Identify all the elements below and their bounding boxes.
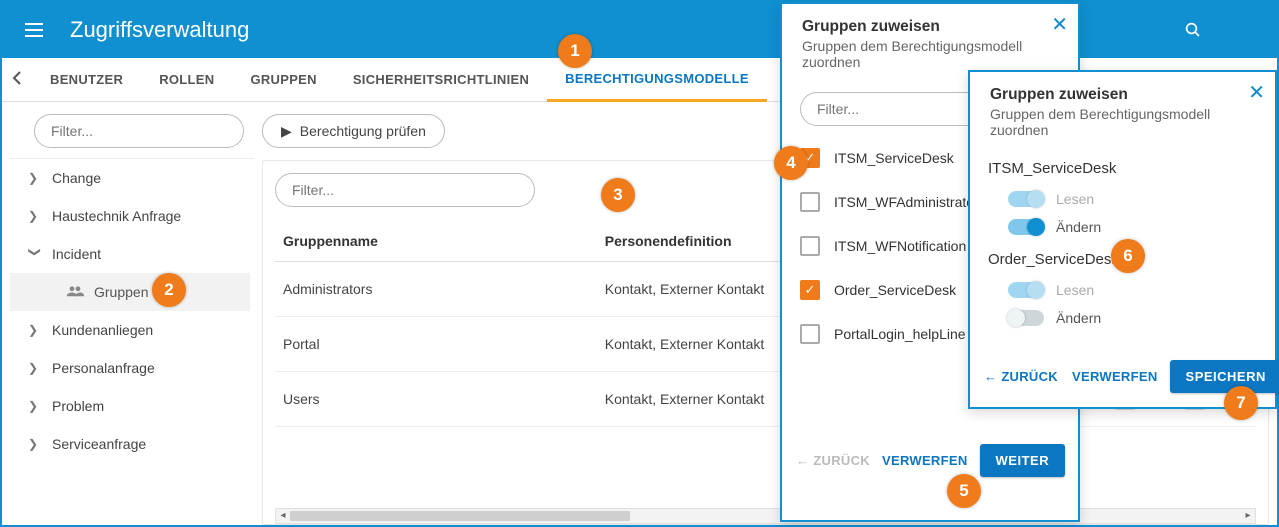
back-chevron-icon[interactable] <box>2 69 32 90</box>
cell-name: Users <box>275 372 597 427</box>
tree-label: Serviceanfrage <box>52 436 146 452</box>
chevron-right-icon: ❯ <box>28 399 42 413</box>
permission-section: ITSM_ServiceDesk Lesen Ändern <box>988 160 1257 241</box>
tab-roles[interactable]: ROLLEN <box>141 58 232 102</box>
tree-filter-input[interactable] <box>34 114 244 148</box>
app-header: Zugriffsverwaltung <box>2 2 1277 58</box>
chevron-right-icon: ❯ <box>28 361 42 375</box>
toggle-change-row[interactable]: Ändern <box>988 213 1257 241</box>
scrollbar-thumb[interactable] <box>290 511 630 521</box>
toggle-switch <box>1008 191 1044 207</box>
tree-label: Haustechnik Anfrage <box>52 208 181 224</box>
group-icon <box>66 284 84 301</box>
back-button: ←ZURÜCK <box>796 453 870 468</box>
tree-item-haustechnik[interactable]: ❯ Haustechnik Anfrage <box>10 197 250 235</box>
section-title: ITSM_ServiceDesk <box>988 160 1257 177</box>
scroll-right-icon[interactable]: ▸ <box>1241 509 1255 523</box>
tree-item-problem[interactable]: ❯ Problem <box>10 387 250 425</box>
chevron-right-icon: ❯ <box>28 323 42 337</box>
close-icon[interactable]: ✕ <box>1051 12 1068 37</box>
dialog-subtitle: Gruppen dem Berechtigungsmodell zuordnen <box>802 38 1038 70</box>
dialog-title: Gruppen zuweisen <box>990 86 1235 104</box>
toggle-switch[interactable] <box>1008 219 1044 235</box>
chevron-right-icon: ❯ <box>28 209 42 223</box>
horizontal-scrollbar[interactable]: ◂ ▸ <box>275 508 1256 524</box>
tree-item-change[interactable]: ❯ Change <box>10 159 250 197</box>
toggle-label: Lesen <box>1056 282 1094 298</box>
callout-badge: 4 <box>774 146 808 180</box>
checkbox-icon[interactable] <box>800 236 820 256</box>
callout-badge: 2 <box>152 273 186 307</box>
tab-groups[interactable]: GRUPPEN <box>232 58 334 102</box>
chevron-right-icon: ❯ <box>28 171 42 185</box>
tree-sub-label: Gruppen <box>94 284 148 300</box>
check-permission-button[interactable]: ▶ Berechtigung prüfen <box>262 114 445 148</box>
tree-item-incident[interactable]: ❯ Incident <box>10 235 250 273</box>
tree-label: Incident <box>52 246 101 262</box>
scroll-left-icon[interactable]: ◂ <box>276 509 290 523</box>
save-button[interactable]: SPEICHERN <box>1170 360 1279 393</box>
discard-button[interactable]: VERWERFEN <box>1072 369 1158 384</box>
toggle-label: Ändern <box>1056 310 1101 326</box>
menu-icon[interactable] <box>14 10 54 50</box>
tree-label: Problem <box>52 398 104 414</box>
checkbox-icon[interactable] <box>800 192 820 212</box>
callout-badge: 7 <box>1224 386 1258 420</box>
group-label: ITSM_WFNotification <box>834 238 966 254</box>
dialog-subtitle: Gruppen dem Berechtigungsmodell zuordnen <box>990 106 1235 138</box>
checkbox-checked-icon[interactable]: ✓ <box>800 280 820 300</box>
callout-badge: 1 <box>558 34 592 68</box>
col-groupname[interactable]: Gruppenname <box>275 221 597 262</box>
cell-name: Portal <box>275 317 597 372</box>
next-button[interactable]: WEITER <box>980 444 1066 477</box>
tree-item-kunden[interactable]: ❯ Kundenanliegen <box>10 311 250 349</box>
table-filter-input[interactable] <box>275 173 535 207</box>
group-label: Order_ServiceDesk <box>834 282 956 298</box>
toggle-read-row: Lesen <box>988 276 1257 304</box>
discard-button[interactable]: VERWERFEN <box>882 453 968 468</box>
checkbox-icon[interactable] <box>800 324 820 344</box>
callout-badge: 3 <box>601 178 635 212</box>
close-icon[interactable]: ✕ <box>1248 80 1265 105</box>
toggle-label: Ändern <box>1056 219 1101 235</box>
tree-label: Personalanfrage <box>52 360 155 376</box>
search-icon[interactable] <box>1181 18 1205 42</box>
group-label: ITSM_WFAdministrator <box>834 194 979 210</box>
chevron-right-icon: ❯ <box>28 437 42 451</box>
left-sidebar: ❯ Change ❯ Haustechnik Anfrage ❯ Incident G… <box>2 102 254 525</box>
arrow-left-icon: ← <box>984 369 997 384</box>
dialog-title: Gruppen zuweisen <box>802 18 1038 36</box>
callout-badge: 6 <box>1111 239 1145 273</box>
toggle-label: Lesen <box>1056 191 1094 207</box>
group-label: ITSM_ServiceDesk <box>834 150 954 166</box>
tree-sub-groups[interactable]: Gruppen <box>10 273 250 311</box>
chevron-down-icon: ❯ <box>28 247 42 261</box>
tree-item-personal[interactable]: ❯ Personalanfrage <box>10 349 250 387</box>
toggle-switch <box>1008 282 1044 298</box>
check-permission-label: Berechtigung prüfen <box>300 123 426 139</box>
tab-policies[interactable]: SICHERHEITSRICHTLINIEN <box>335 58 547 102</box>
back-button[interactable]: ←ZURÜCK <box>984 369 1058 384</box>
toggle-change-row[interactable]: Ändern <box>988 304 1257 332</box>
cell-name: Administrators <box>275 262 597 317</box>
toggle-read-row: Lesen <box>988 185 1257 213</box>
tree-label: Kundenanliegen <box>52 322 153 338</box>
toggle-switch[interactable] <box>1008 310 1044 326</box>
play-icon: ▶ <box>281 123 292 140</box>
arrow-left-icon: ← <box>796 453 809 468</box>
tab-users[interactable]: BENUTZER <box>32 58 141 102</box>
tree-label: Change <box>52 170 101 186</box>
page-title: Zugriffsverwaltung <box>70 17 249 43</box>
group-label: PortalLogin_helpLine <box>834 326 966 342</box>
tree-item-service[interactable]: ❯ Serviceanfrage <box>10 425 250 463</box>
callout-badge: 5 <box>947 474 981 508</box>
